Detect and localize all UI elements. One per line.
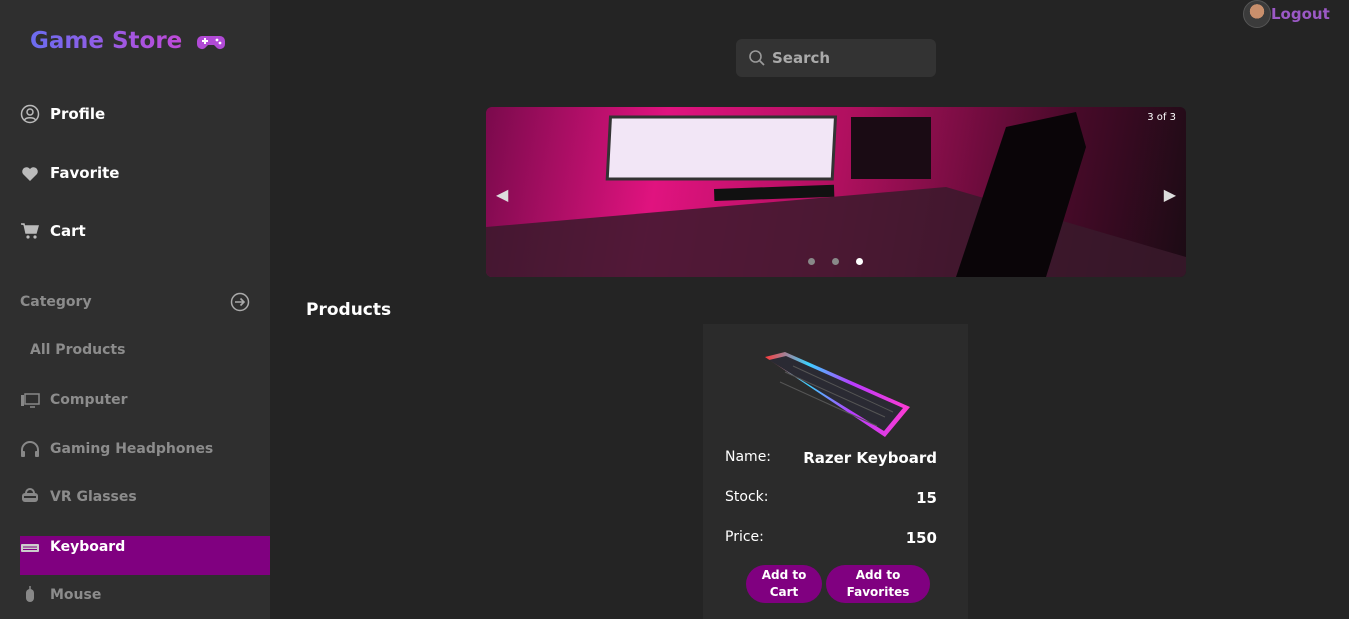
carousel-counter: 3 of 3 xyxy=(1147,112,1176,123)
search-box[interactable] xyxy=(736,39,936,77)
sidebar: Game Store Profile Favorite Cart Categor… xyxy=(0,0,270,619)
carousel-dot-active[interactable] xyxy=(856,258,863,265)
carousel-slide-image xyxy=(486,112,1186,277)
product-image xyxy=(765,352,910,437)
heart-icon xyxy=(22,167,38,181)
carousel-dot[interactable] xyxy=(808,258,815,265)
product-name-row: Name: Razer Keyboard xyxy=(725,449,937,467)
category-item-label: Keyboard xyxy=(50,539,126,555)
nav-profile-label: Profile xyxy=(50,105,106,123)
category-item-vr-glasses[interactable]: VR Glasses xyxy=(20,488,270,506)
category-heading: Category xyxy=(20,294,92,310)
category-item-label: Computer xyxy=(50,392,128,408)
product-stock: 15 xyxy=(916,489,937,507)
search-input[interactable] xyxy=(772,49,922,67)
nav-favorite[interactable]: Favorite xyxy=(20,163,119,183)
category-item-keyboard[interactable]: Keyboard xyxy=(20,536,270,575)
brand-title[interactable]: Game Store xyxy=(30,28,182,54)
nav-cart-label: Cart xyxy=(50,222,86,240)
nav-profile[interactable]: Profile xyxy=(20,104,105,124)
headphones-icon xyxy=(21,441,39,457)
avatar xyxy=(1243,0,1271,28)
category-item-computer[interactable]: Computer xyxy=(20,391,270,409)
category-header: Category xyxy=(20,292,250,312)
product-card: Name: Razer Keyboard Stock: 15 Price: 15… xyxy=(703,324,968,619)
vr-icon xyxy=(22,488,38,502)
category-item-label: Mouse xyxy=(50,587,102,603)
nav-cart[interactable]: Cart xyxy=(20,221,86,241)
product-name: Razer Keyboard xyxy=(803,449,937,467)
carousel-prev-icon[interactable]: ◀ xyxy=(496,185,508,204)
category-item-mouse[interactable]: Mouse xyxy=(20,586,270,604)
add-to-favorites-button[interactable]: Add to Favorites xyxy=(826,565,930,603)
keyboard-icon xyxy=(21,544,39,552)
arrow-right-circle-icon[interactable] xyxy=(230,292,250,312)
nav-favorite-label: Favorite xyxy=(50,164,120,182)
add-to-cart-button[interactable]: Add to Cart xyxy=(746,565,822,603)
product-price: 150 xyxy=(905,529,937,547)
carousel-dot[interactable] xyxy=(832,258,839,265)
monitor-icon xyxy=(21,393,40,408)
cart-icon xyxy=(21,223,39,239)
category-item-label: Gaming Headphones xyxy=(50,441,214,457)
product-stock-label: Stock: xyxy=(725,489,769,505)
user-circle-icon xyxy=(20,104,40,124)
product-name-label: Name: xyxy=(725,449,772,465)
logout-link[interactable]: Logout xyxy=(1243,0,1330,28)
product-stock-row: Stock: 15 xyxy=(725,489,937,507)
carousel-next-icon[interactable]: ▶ xyxy=(1164,185,1176,204)
category-item-label: All Products xyxy=(30,342,126,358)
product-price-row: Price: 150 xyxy=(725,529,937,547)
search-icon xyxy=(749,50,765,66)
category-item-label: VR Glasses xyxy=(50,489,137,505)
gamepad-icon xyxy=(197,36,225,49)
banner-carousel[interactable]: 3 of 3 ◀ ▶ xyxy=(486,107,1186,277)
logout-label: Logout xyxy=(1271,5,1330,23)
mouse-icon xyxy=(26,586,34,602)
category-item-gaming-headphones[interactable]: Gaming Headphones xyxy=(20,440,270,458)
product-price-label: Price: xyxy=(725,529,764,545)
category-item-all-products[interactable]: All Products xyxy=(30,342,280,358)
products-heading: Products xyxy=(306,300,392,320)
